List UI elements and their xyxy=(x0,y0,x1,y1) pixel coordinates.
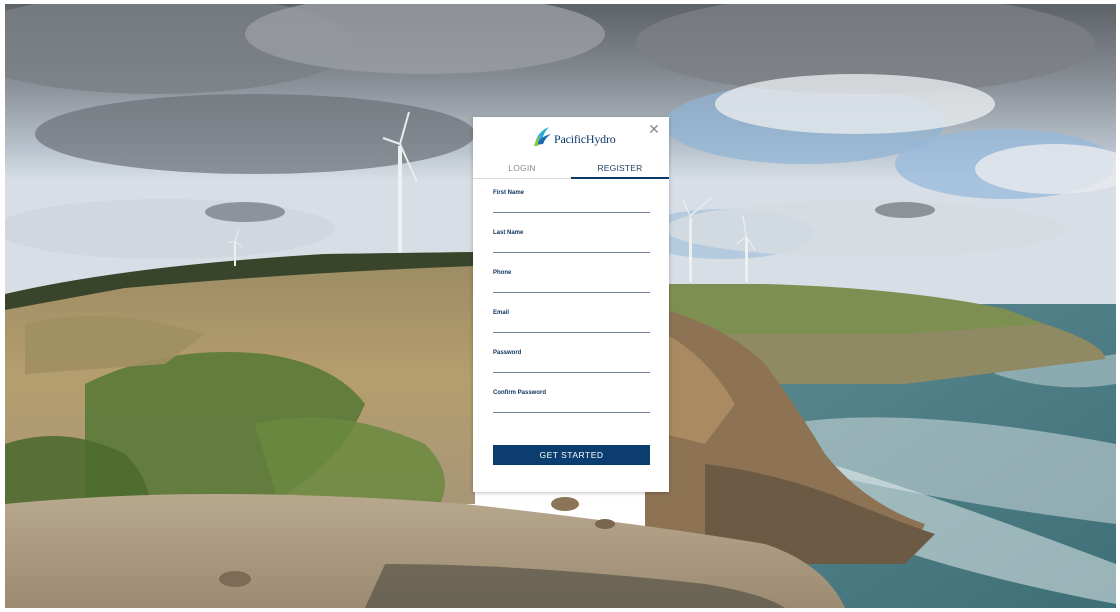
last-name-label: Last Name xyxy=(493,230,524,236)
last-name-field: Last Name xyxy=(493,219,650,259)
first-name-input[interactable] xyxy=(493,198,650,213)
close-icon[interactable]: ✕ xyxy=(647,122,661,136)
email-field: Email xyxy=(493,299,650,339)
phone-field: Phone xyxy=(493,259,650,299)
phone-label: Phone xyxy=(493,270,512,276)
auth-tabs: LOGIN REGISTER xyxy=(473,161,669,179)
confirm-password-field: Confirm Password xyxy=(493,379,650,419)
register-form: First Name Last Name Phone Email Passwor… xyxy=(493,179,650,419)
logo-wave-icon xyxy=(534,127,551,146)
brand-logo: PacificHydro xyxy=(533,123,616,149)
password-input[interactable] xyxy=(493,358,650,373)
password-label: Password xyxy=(493,350,522,356)
confirm-password-input[interactable] xyxy=(493,398,650,413)
page: ✕ PacificHydro LOGIN REGISTER First Name… xyxy=(0,0,1120,612)
password-field: Password xyxy=(493,339,650,379)
first-name-label: First Name xyxy=(493,190,525,196)
email-input[interactable] xyxy=(493,318,650,333)
tab-register[interactable]: REGISTER xyxy=(571,161,669,179)
last-name-input[interactable] xyxy=(493,238,650,253)
brand-name: PacificHydro xyxy=(554,131,616,146)
phone-input[interactable] xyxy=(493,278,650,293)
first-name-field: First Name xyxy=(493,179,650,219)
email-label: Email xyxy=(493,310,510,316)
get-started-button[interactable]: GET STARTED xyxy=(493,445,650,465)
register-dialog: ✕ PacificHydro LOGIN REGISTER First Name… xyxy=(473,117,669,492)
confirm-password-label: Confirm Password xyxy=(493,390,547,396)
tab-login[interactable]: LOGIN xyxy=(473,161,571,178)
